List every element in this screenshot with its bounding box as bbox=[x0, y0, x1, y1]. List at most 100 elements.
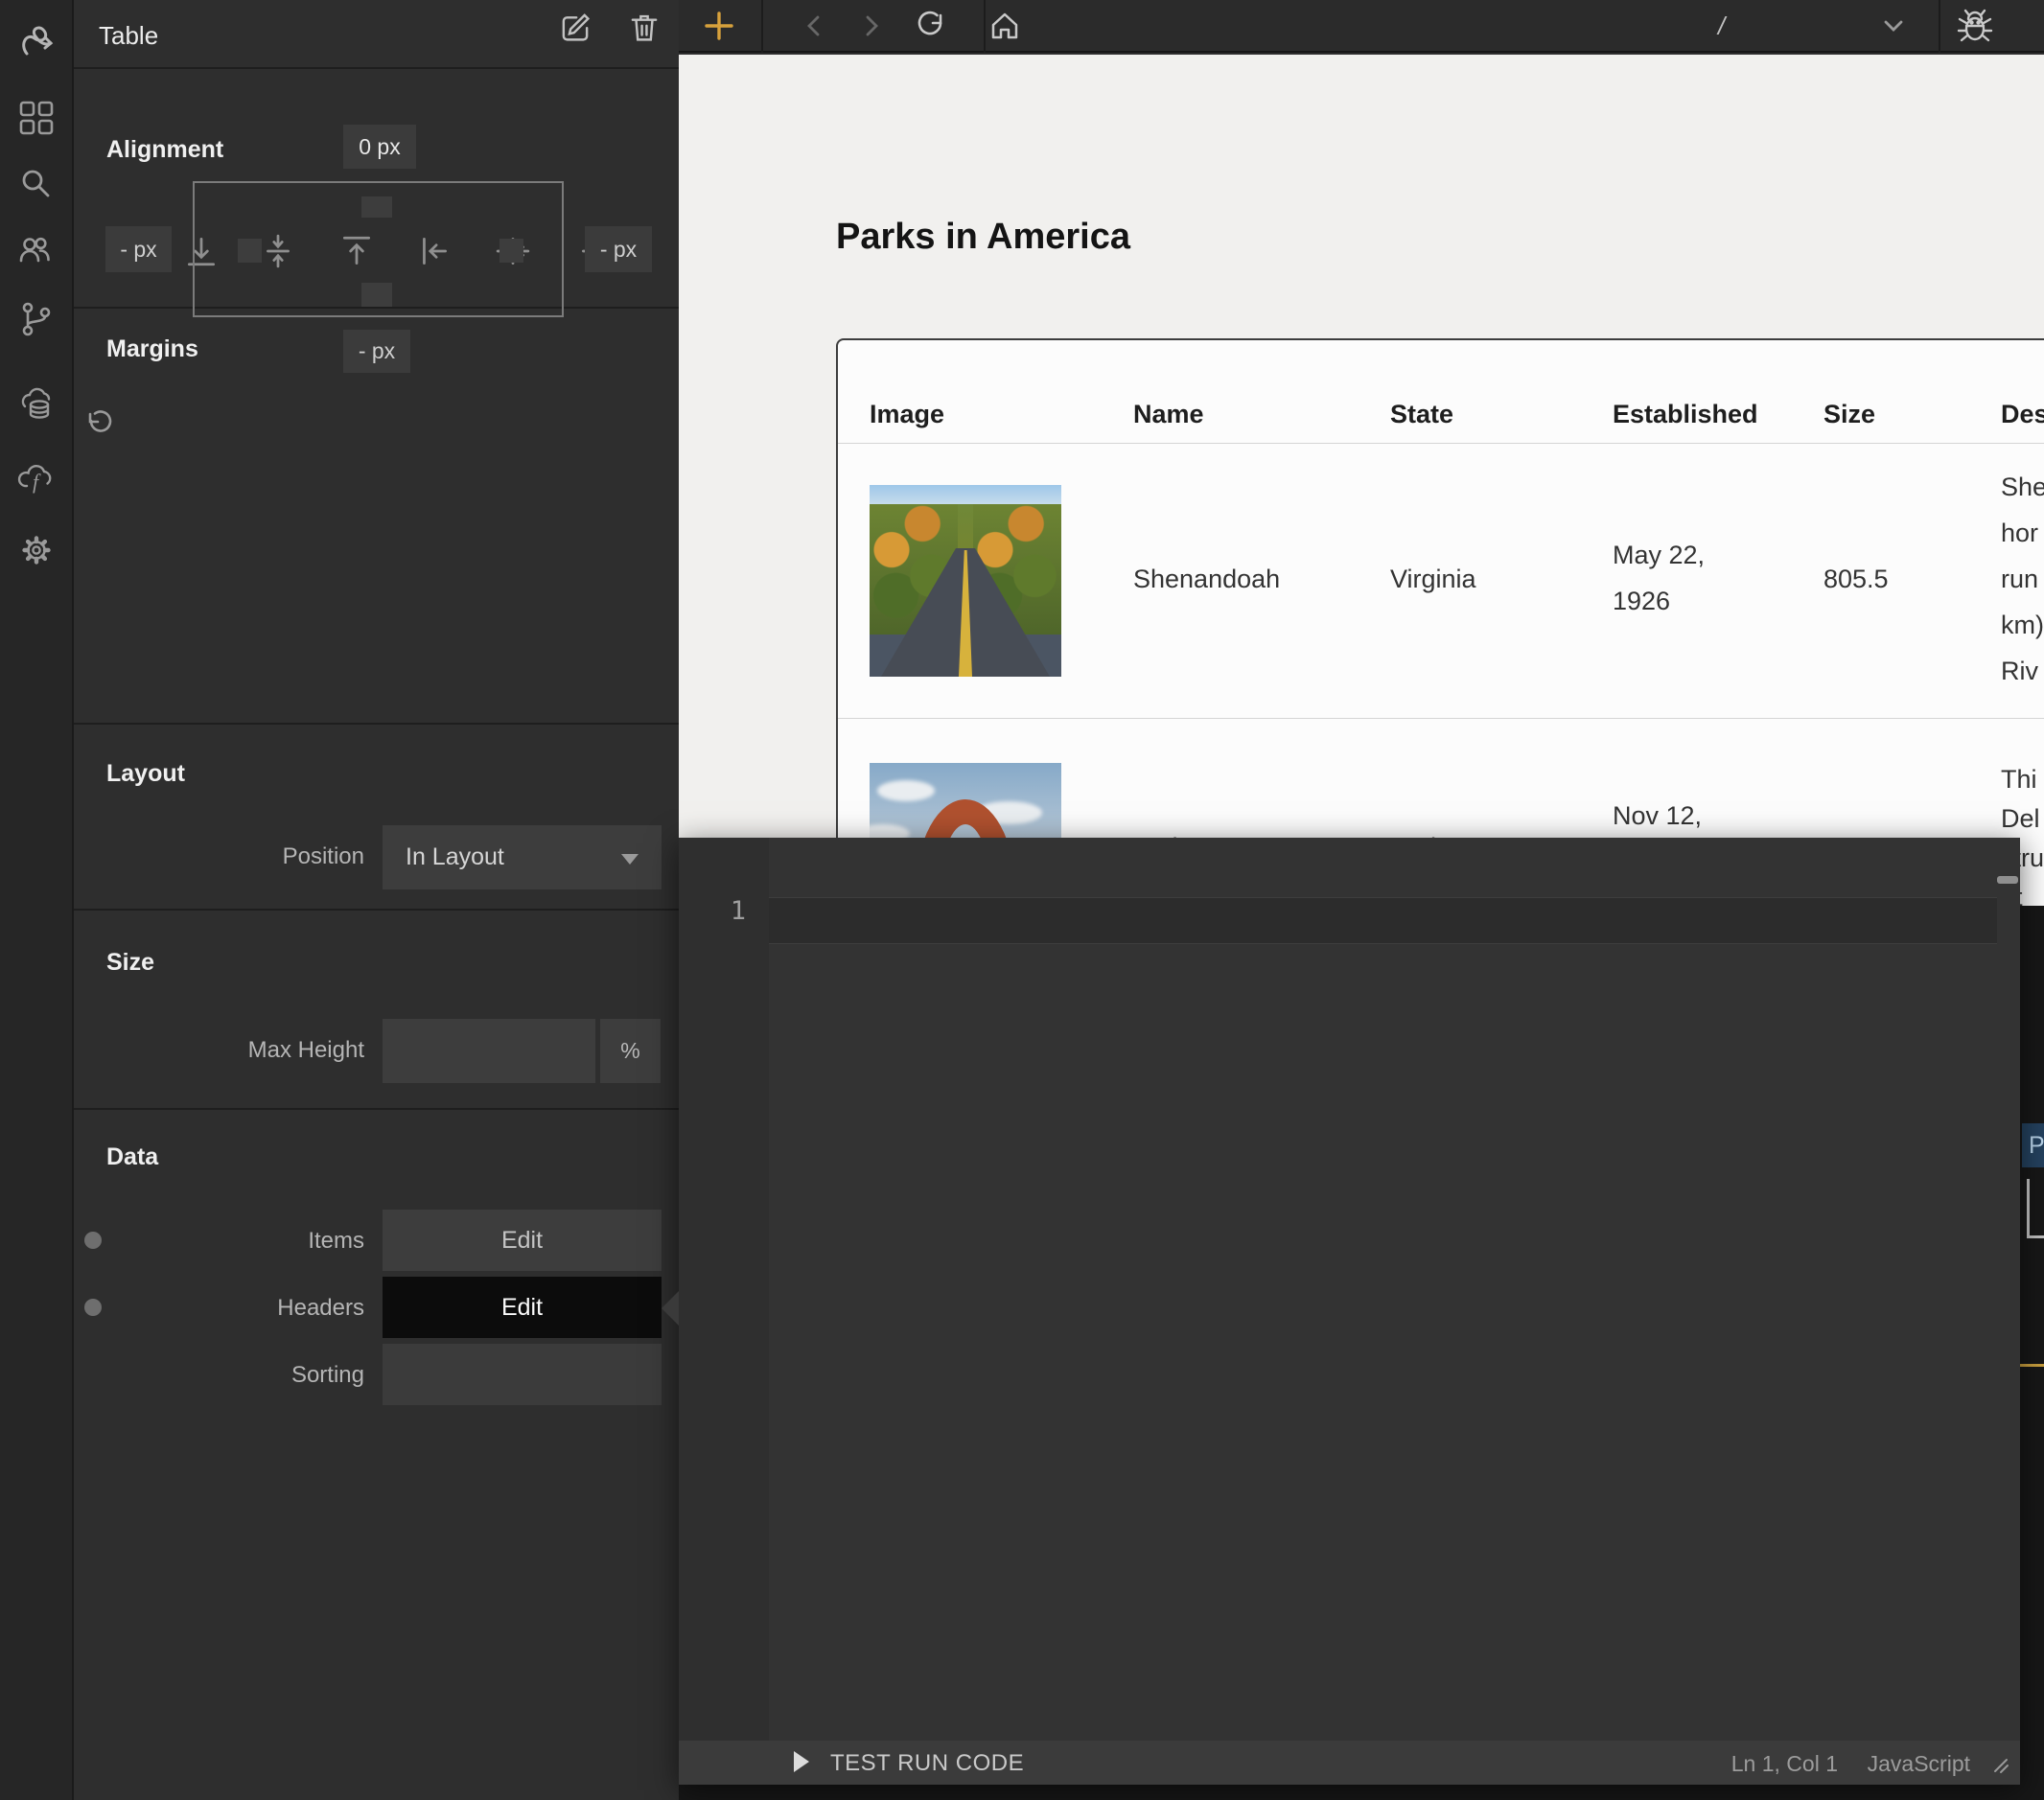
code-editor-popup: 1 TEST RUN CODE Ln 1, Col 1 JavaScript bbox=[679, 838, 2020, 1785]
left-icon-rail: f bbox=[0, 0, 74, 1800]
sorting-input[interactable] bbox=[383, 1344, 662, 1405]
margins-section-title: Margins bbox=[106, 335, 198, 363]
delete-component-icon[interactable] bbox=[628, 11, 661, 43]
editor-current-line[interactable] bbox=[769, 897, 1997, 944]
items-binding-dot[interactable] bbox=[84, 1232, 102, 1249]
forward-icon[interactable] bbox=[855, 11, 886, 41]
margin-handle-right[interactable] bbox=[499, 239, 523, 263]
data-section-title: Data bbox=[106, 1143, 158, 1171]
position-dropdown[interactable]: In Layout bbox=[383, 825, 662, 889]
back-icon[interactable] bbox=[800, 11, 830, 41]
cell-description-line: run bbox=[2001, 565, 2038, 594]
margin-bottom-input[interactable]: - px bbox=[343, 330, 410, 373]
divider bbox=[74, 67, 679, 69]
cell-description-line: Del bbox=[2001, 804, 2040, 834]
svg-text:f: f bbox=[33, 470, 41, 494]
add-component-icon[interactable] bbox=[700, 7, 738, 45]
col-header-image[interactable]: Image bbox=[870, 400, 944, 429]
items-edit-button[interactable]: Edit bbox=[383, 1210, 662, 1271]
test-run-code-button[interactable]: TEST RUN CODE bbox=[830, 1750, 1024, 1777]
dashboard-grid-icon[interactable] bbox=[17, 99, 56, 137]
cloud-database-icon[interactable] bbox=[17, 385, 56, 424]
cell-established-line1: Nov 12, bbox=[1613, 801, 1702, 831]
editor-status-bar: TEST RUN CODE Ln 1, Col 1 JavaScript bbox=[679, 1741, 2020, 1785]
cloud-functions-icon[interactable]: f bbox=[17, 460, 56, 498]
max-height-input[interactable] bbox=[383, 1019, 595, 1083]
headers-edit-button[interactable]: Edit bbox=[383, 1277, 662, 1338]
sorting-label: Sorting bbox=[115, 1362, 364, 1389]
margin-handle-left[interactable] bbox=[238, 239, 262, 263]
col-header-state[interactable]: State bbox=[1390, 400, 1453, 429]
divider bbox=[1939, 0, 1940, 53]
cell-description-line: She bbox=[2001, 473, 2044, 502]
divider bbox=[74, 1108, 679, 1110]
logo-route-icon[interactable] bbox=[17, 23, 56, 61]
headers-label: Headers bbox=[115, 1295, 364, 1322]
margin-handle-top[interactable] bbox=[361, 196, 392, 218]
cell-description-line: Riv bbox=[2001, 657, 2038, 686]
margin-top-input[interactable]: 0 px bbox=[343, 125, 416, 169]
editor-language: JavaScript bbox=[1868, 1751, 1970, 1777]
col-header-name[interactable]: Name bbox=[1133, 400, 1204, 429]
col-header-established[interactable]: Established bbox=[1613, 400, 1758, 429]
popup-anchor-arrow bbox=[662, 1291, 679, 1326]
debug-bug-icon[interactable] bbox=[1956, 7, 1994, 45]
cell-description-line: km) bbox=[2001, 611, 2044, 640]
col-header-size[interactable]: Size bbox=[1823, 400, 1875, 429]
cell-established-line2: 1926 bbox=[1613, 587, 1670, 616]
divider bbox=[74, 723, 679, 725]
settings-gear-icon[interactable] bbox=[17, 531, 56, 569]
background-blue-chip: Pa bbox=[2022, 1123, 2044, 1167]
max-height-label: Max Height bbox=[115, 1037, 364, 1064]
layout-section-title: Layout bbox=[106, 760, 185, 788]
run-play-icon[interactable] bbox=[794, 1751, 809, 1772]
reset-margins-icon[interactable] bbox=[82, 408, 115, 441]
cell-description-line: Thi bbox=[2001, 765, 2037, 795]
cell-size: 805.5 bbox=[1823, 565, 1889, 594]
cursor-position: Ln 1, Col 1 bbox=[1731, 1751, 1838, 1777]
users-icon[interactable] bbox=[17, 232, 56, 270]
editor-gutter bbox=[679, 838, 769, 1741]
background-input-fragment bbox=[2027, 1179, 2044, 1238]
table-header-divider bbox=[838, 443, 2044, 444]
cell-description-line: hor bbox=[2001, 519, 2038, 548]
chevron-down-icon[interactable] bbox=[1878, 11, 1909, 41]
photo-cloud bbox=[877, 780, 935, 801]
table-row-divider bbox=[838, 718, 2044, 719]
panel-title: Table bbox=[99, 21, 158, 51]
items-label: Items bbox=[115, 1228, 364, 1255]
position-label: Position bbox=[115, 843, 364, 870]
alignment-section-title: Alignment bbox=[106, 136, 223, 164]
cell-state: Virginia bbox=[1390, 565, 1476, 594]
app-canvas[interactable]: Parks in America Image Name State Establ… bbox=[679, 55, 2044, 906]
divider bbox=[74, 909, 679, 911]
line-number: 1 bbox=[679, 896, 746, 926]
divider bbox=[761, 0, 763, 53]
margin-handle-bottom[interactable] bbox=[361, 283, 392, 307]
margin-right-input[interactable]: - px bbox=[585, 226, 652, 272]
search-icon[interactable] bbox=[17, 165, 56, 203]
app-window: f Table Alignment bbox=[0, 0, 2044, 1800]
git-branch-icon[interactable] bbox=[17, 300, 56, 338]
col-header-description[interactable]: Des bbox=[2001, 400, 2044, 429]
cell-name: Shenandoah bbox=[1133, 565, 1280, 594]
page-title: Parks in America bbox=[836, 217, 1130, 258]
resize-grip-icon[interactable] bbox=[1987, 1754, 2012, 1775]
max-height-unit: % bbox=[600, 1019, 661, 1083]
divider bbox=[984, 0, 986, 53]
home-icon[interactable] bbox=[987, 9, 1022, 43]
park-photo-shenandoah bbox=[870, 485, 1061, 677]
edit-component-icon[interactable] bbox=[559, 11, 592, 43]
parks-table[interactable]: Image Name State Established Size Des Sh… bbox=[836, 338, 2044, 906]
accent-yellow-line bbox=[2017, 1364, 2044, 1367]
inspector-panel: Table Alignment Margins bbox=[74, 0, 679, 1800]
size-section-title: Size bbox=[106, 949, 154, 977]
editor-scrollbar[interactable] bbox=[1997, 876, 2018, 884]
refresh-icon[interactable] bbox=[913, 9, 947, 43]
margin-left-input[interactable]: - px bbox=[105, 226, 172, 272]
canvas-toolbar: / bbox=[679, 0, 2044, 53]
chevron-down-icon bbox=[621, 854, 639, 865]
breadcrumb-path[interactable]: / bbox=[1718, 12, 1725, 41]
cell-established-line1: May 22, bbox=[1613, 541, 1705, 570]
headers-binding-dot[interactable] bbox=[84, 1299, 102, 1316]
